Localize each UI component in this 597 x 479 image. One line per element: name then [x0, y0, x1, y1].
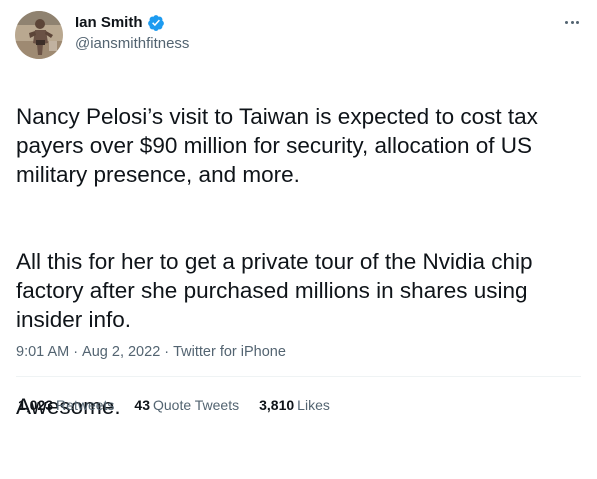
retweets-stat[interactable]: 1,023 Retweets	[18, 395, 114, 415]
author-name-row[interactable]: Ian Smith	[75, 13, 165, 33]
divider	[16, 376, 581, 377]
tweet-card: Ian Smith @iansmithfitness Nancy Pelosi’…	[0, 0, 597, 428]
author-handle[interactable]: @iansmithfitness	[75, 34, 189, 54]
engagement-stats: 1,023 Retweets 43 Quote Tweets 3,810 Likes	[18, 395, 330, 415]
avatar[interactable]	[15, 11, 63, 59]
more-options-icon[interactable]	[560, 12, 584, 32]
quote-tweets-label: Quote Tweets	[152, 397, 240, 413]
separator: ·	[164, 344, 170, 360]
quote-tweets-stat[interactable]: 43 Quote Tweets	[134, 395, 239, 415]
quote-tweets-count: 43	[134, 397, 150, 413]
tweet-paragraph: Nancy Pelosi’s visit to Taiwan is expect…	[16, 104, 538, 187]
verified-badge-icon	[147, 14, 165, 32]
tweet-date[interactable]: Aug 2, 2022	[82, 342, 160, 362]
likes-stat[interactable]: 3,810 Likes	[259, 395, 330, 415]
retweets-label: Retweets	[56, 397, 115, 413]
tweet-metadata: 9:01 AM · Aug 2, 2022 · Twitter for iPho…	[16, 342, 286, 362]
separator: ·	[73, 344, 79, 360]
likes-label: Likes	[297, 397, 330, 413]
tweet-source[interactable]: Twitter for iPhone	[173, 342, 286, 362]
tweet-time[interactable]: 9:01 AM	[16, 342, 69, 362]
author-display-name[interactable]: Ian Smith	[75, 13, 143, 33]
likes-count: 3,810	[259, 397, 295, 413]
tweet-text: Nancy Pelosi’s visit to Taiwan is expect…	[16, 73, 581, 479]
retweets-count: 1,023	[18, 397, 54, 413]
tweet-paragraph: All this for her to get a private tour o…	[16, 249, 533, 332]
profile-photo	[15, 11, 63, 59]
